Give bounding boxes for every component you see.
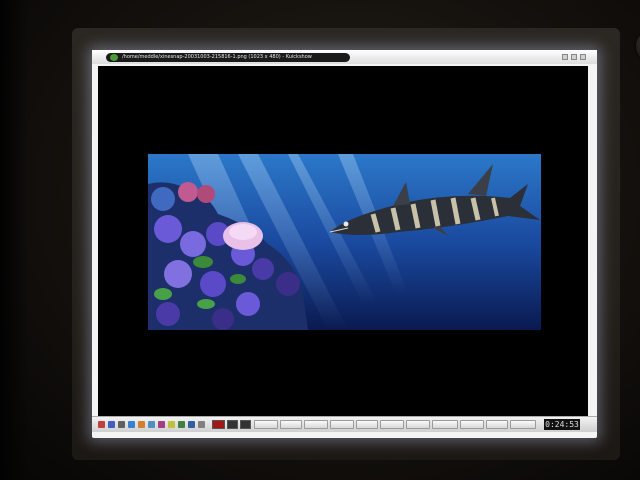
- taskbar-window-button[interactable]: [510, 420, 536, 429]
- mail-icon[interactable]: [168, 421, 175, 428]
- taskbar-window-button[interactable]: [406, 420, 430, 429]
- app-icon[interactable]: [110, 54, 118, 61]
- taskbar-window-button[interactable]: [280, 420, 302, 429]
- k-menu-icon[interactable]: [98, 421, 105, 428]
- control-center-icon[interactable]: [158, 421, 165, 428]
- desktop-1-button[interactable]: [212, 420, 225, 429]
- taskbar-window-button[interactable]: [380, 420, 404, 429]
- taskbar-window-button[interactable]: [356, 420, 378, 429]
- help-icon[interactable]: [148, 421, 155, 428]
- editor-icon[interactable]: [138, 421, 145, 428]
- taskbar-window-button[interactable]: [486, 420, 508, 429]
- room-shadow: [0, 0, 28, 480]
- settings-icon[interactable]: [198, 421, 205, 428]
- media-player-icon[interactable]: [188, 421, 195, 428]
- taskbar-window-button[interactable]: [304, 420, 328, 429]
- underwater-scene: [148, 154, 541, 330]
- terminal-icon[interactable]: [118, 421, 125, 428]
- taskbar: 0:24:53: [92, 416, 597, 432]
- maximize-icon[interactable]: [571, 54, 577, 60]
- desktop-3-button[interactable]: [240, 420, 251, 429]
- window-titlebar[interactable]: /home/meddle/xinesnap-20031003-215816-1.…: [92, 50, 597, 64]
- taskbar-window-button[interactable]: [432, 420, 458, 429]
- minimize-icon[interactable]: [562, 54, 568, 60]
- taskbar-clock[interactable]: 0:24:53: [544, 419, 580, 430]
- taskbar-window-button[interactable]: [254, 420, 278, 429]
- desktop-2-button[interactable]: [227, 420, 238, 429]
- taskbar-window-button[interactable]: [460, 420, 484, 429]
- taskbar-window-button[interactable]: [330, 420, 354, 429]
- home-folder-icon[interactable]: [108, 421, 115, 428]
- underwater-photo: [148, 154, 541, 330]
- window-title: /home/meddle/xinesnap-20031003-215816-1.…: [122, 54, 312, 60]
- office-icon[interactable]: [178, 421, 185, 428]
- close-icon[interactable]: [580, 54, 586, 60]
- browser-icon[interactable]: [128, 421, 135, 428]
- monitor-screen: /home/meddle/xinesnap-20031003-215816-1.…: [92, 50, 597, 438]
- monitor-brand-mark: [533, 460, 603, 472]
- image-viewer-area: [98, 66, 588, 416]
